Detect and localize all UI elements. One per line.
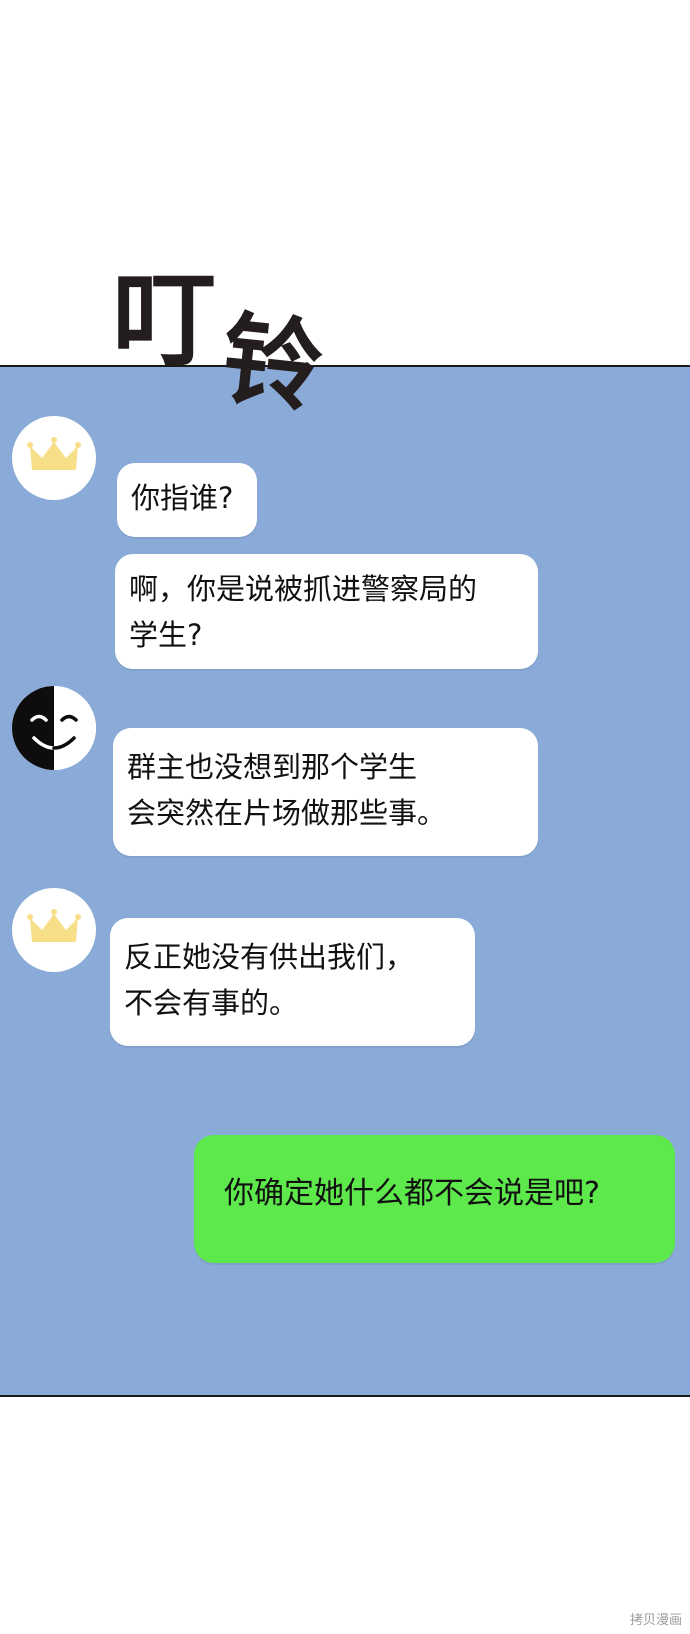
message-bubble[interactable]: 反正她没有供出我们， 不会有事的。: [110, 918, 475, 1046]
outgoing-message-bubble[interactable]: 你确定她什么都不会说是吧?: [194, 1135, 675, 1263]
message-bubble[interactable]: 啊，你是说被抓进警察局的 学生?: [115, 554, 538, 669]
crown-icon: [27, 909, 81, 942]
crown-icon: [27, 437, 81, 470]
crown-avatar[interactable]: [12, 888, 96, 972]
sound-effect-char-2: 铃: [216, 300, 328, 427]
ding-ling-sound-effect: 叮 铃: [112, 268, 352, 438]
smiling-mask-icon: [12, 686, 96, 770]
crown-avatar[interactable]: [12, 416, 96, 500]
mask-avatar[interactable]: [12, 686, 96, 770]
watermark: 拷贝漫画: [629, 1613, 682, 1628]
message-bubble[interactable]: 群主也没想到那个学生 会突然在片场做那些事。: [113, 728, 538, 856]
sound-effect-char-1: 叮: [112, 259, 216, 381]
message-bubble[interactable]: 你指谁?: [117, 463, 257, 537]
